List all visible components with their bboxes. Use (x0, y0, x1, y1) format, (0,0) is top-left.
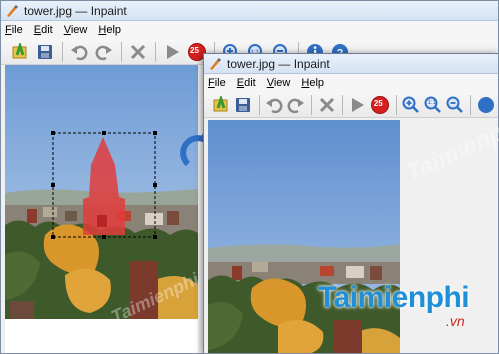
zoom-in-button[interactable] (402, 94, 421, 116)
run-button[interactable] (161, 41, 183, 63)
menu-edit[interactable]: Edit (34, 24, 53, 36)
toolbar-separator (395, 94, 397, 115)
save-icon (236, 97, 251, 112)
redo-button[interactable] (93, 41, 115, 63)
menu-edit[interactable]: Edit (237, 77, 256, 89)
zoom-out-button[interactable] (445, 94, 464, 116)
clear-icon (130, 44, 146, 59)
save-button[interactable] (34, 41, 56, 63)
menu-view[interactable]: View (267, 77, 291, 89)
redo-button[interactable] (286, 94, 305, 116)
title-bar[interactable]: tower.jpg — Inpaint (1, 1, 498, 21)
undo-icon (266, 98, 283, 113)
image-canvas[interactable] (208, 120, 400, 353)
toolbar-separator (121, 41, 122, 62)
undo-button[interactable] (68, 41, 90, 63)
menu-help[interactable]: Help (98, 24, 121, 36)
toolbar-separator (470, 94, 472, 115)
brand-watermark: Taimienphi (318, 281, 470, 314)
window-title: tower.jpg — Inpaint (227, 56, 330, 71)
menu-file[interactable]: File (208, 77, 226, 89)
app-icon (7, 4, 18, 17)
open-icon (12, 42, 27, 58)
open-icon (213, 95, 228, 111)
zoom-in-icon (402, 96, 420, 113)
save-button[interactable] (234, 94, 253, 116)
brush-size-value: 25 (373, 98, 383, 108)
zoom-out-icon (446, 96, 463, 113)
clear-icon (319, 97, 334, 112)
app-icon (210, 57, 221, 70)
brush-size-value: 25 (190, 45, 199, 55)
save-icon (38, 44, 52, 59)
clear-button[interactable] (317, 94, 336, 116)
info-button[interactable] (476, 94, 495, 116)
menu-bar: File Edit View Help (1, 21, 498, 39)
run-button[interactable] (348, 94, 367, 116)
zoom-reset-label: 1:1 (427, 99, 436, 106)
redo-icon (287, 98, 304, 113)
run-icon (352, 97, 365, 112)
window-title: tower.jpg — Inpaint (24, 3, 127, 18)
open-button[interactable] (9, 41, 31, 63)
toolbar-separator (258, 94, 260, 115)
menu-bar: File Edit View Help (204, 74, 498, 92)
brush-size-button[interactable]: 25 (370, 94, 390, 116)
zoom-reset-button[interactable]: 1:1 (424, 94, 443, 116)
tower-photo (5, 65, 198, 319)
title-bar[interactable]: tower.jpg — Inpaint (204, 54, 498, 74)
toolbar-separator (342, 94, 343, 115)
menu-help[interactable]: Help (301, 77, 324, 89)
info-icon (477, 96, 494, 113)
result-photo (208, 120, 400, 353)
toolbar-separator (155, 41, 156, 62)
menu-view[interactable]: View (64, 24, 88, 36)
toolbar-separator (62, 41, 63, 62)
run-icon (167, 44, 179, 59)
toolbar: 25 1:1 (204, 92, 498, 118)
undo-button[interactable] (265, 94, 284, 116)
toolbar-separator (311, 94, 313, 115)
menu-file[interactable]: File (5, 24, 23, 36)
clear-button[interactable] (127, 41, 149, 63)
redo-icon (95, 45, 112, 60)
brand-tld: .vn (446, 313, 465, 329)
image-canvas[interactable] (5, 65, 198, 353)
undo-icon (71, 45, 88, 60)
open-button[interactable] (212, 94, 231, 116)
